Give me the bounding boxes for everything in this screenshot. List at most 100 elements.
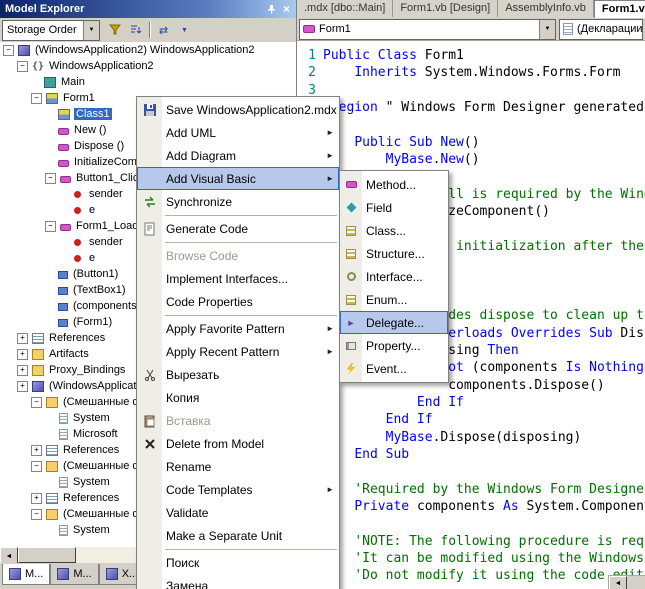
collapse-icon[interactable]: − (45, 220, 56, 232)
tree-item-label: e (89, 204, 96, 216)
expand-icon[interactable]: + (17, 364, 28, 376)
pin-icon[interactable] (264, 2, 279, 16)
menu-item[interactable]: Delete from Model (137, 432, 339, 455)
code-text: Inherits System.Windows.Forms.Form (354, 65, 621, 81)
tree-item-label: (Form1) (73, 316, 113, 328)
submenu-item[interactable]: Event... (340, 357, 448, 380)
menu-item[interactable]: Копия (137, 386, 339, 409)
scrollbar-thumb[interactable] (18, 547, 76, 563)
document-tab[interactable]: Form1.vb (593, 0, 645, 18)
expand-icon[interactable]: + (31, 444, 42, 456)
scroll-left-icon[interactable]: ◄ (609, 576, 627, 589)
submenu-item[interactable]: Method... (340, 173, 448, 196)
panel-titlebar[interactable]: Model Explorer × (0, 0, 296, 18)
collapse-icon[interactable]: − (45, 172, 56, 184)
code-text: 'Do not modify it using the code editor. (354, 568, 645, 584)
code-line: 25 (299, 463, 645, 480)
menu-item[interactable]: Add UML ► (137, 121, 339, 144)
sync-icon[interactable]: ⇄ (153, 20, 174, 40)
submenu-item-label: Structure... (366, 246, 425, 261)
refs-icon (46, 444, 58, 456)
menu-item[interactable]: Add Visual Basic ► (137, 167, 339, 190)
submenu-item[interactable]: Property... (340, 334, 448, 357)
menu-item[interactable]: Code Templates ► (137, 478, 339, 501)
menu-separator (165, 315, 337, 316)
tree-item-label: (Button1) (73, 268, 119, 280)
document-tab[interactable]: .mdx [dbo::Main] (297, 0, 394, 17)
menu-item[interactable]: Make a Separate Unit (137, 524, 339, 547)
menu-separator (165, 242, 337, 243)
add-visual-basic-submenu: Method... Field Class... Structure... Interf… (339, 170, 449, 383)
menu-item[interactable]: Вставка (137, 409, 339, 432)
menu-item[interactable]: Implement Interfaces... (137, 267, 339, 290)
submenu-item[interactable]: Enum... (340, 288, 448, 311)
submenu-item[interactable]: Delegate... (340, 311, 448, 334)
collapse-icon[interactable]: − (31, 396, 42, 408)
collapse-icon[interactable]: − (17, 60, 28, 72)
tree-item-label: Form1 (63, 92, 95, 104)
menu-item[interactable]: Замена (137, 574, 339, 589)
expand-icon[interactable]: + (31, 492, 42, 504)
collapse-icon[interactable]: − (31, 508, 42, 520)
code-line: 5 (299, 116, 645, 133)
filter-icon[interactable] (104, 20, 125, 40)
menu-item[interactable]: Generate Code (137, 217, 339, 240)
submenu-item[interactable]: Field (340, 196, 448, 219)
menu-item[interactable]: Add Diagram ► (137, 144, 339, 167)
expand-icon[interactable]: + (17, 348, 28, 360)
code-line: 22 End If (299, 411, 645, 428)
panel-toolbar: Storage Order ▼ ⇄ ▼ (0, 18, 296, 43)
tree-item[interactable]: Main (0, 74, 296, 90)
code-line: 3 (299, 82, 645, 99)
code-text: MyBase.Dispose(disposing) (385, 429, 582, 445)
folder-icon (32, 348, 44, 360)
menu-item[interactable]: Поиск (137, 551, 339, 574)
storage-order-combo[interactable]: Storage Order ▼ (2, 19, 100, 41)
menu-item-label: Поиск (166, 555, 200, 570)
tree-item-label: System (73, 524, 110, 536)
menu-item-label: Rename (166, 459, 212, 474)
model-icon (32, 380, 44, 392)
dropdown-icon[interactable]: ▼ (174, 20, 195, 40)
menu-item[interactable]: Validate (137, 501, 339, 524)
field-icon (340, 202, 362, 213)
sort-icon[interactable] (125, 20, 146, 40)
menu-item[interactable]: Apply Favorite Pattern ► (137, 317, 339, 340)
expand-icon[interactable]: + (17, 380, 28, 392)
document-tab[interactable]: Form1.vb [Design] (393, 0, 499, 17)
code-line: 2 Inherits System.Windows.Forms.Form (299, 64, 645, 81)
document-tabs: .mdx [dbo::Main] Form1.vb [Design] Assembl… (297, 0, 645, 19)
submenu-item[interactable]: Class... (340, 219, 448, 242)
menu-item[interactable]: Вырезать (137, 363, 339, 386)
menu-item[interactable]: Apply Recent Pattern ► (137, 340, 339, 363)
method-icon (60, 175, 71, 183)
members-combo[interactable]: (Декларации) (559, 18, 643, 40)
menu-item-label: Вырезать (166, 367, 220, 382)
submenu-item[interactable]: Interface... (340, 265, 448, 288)
menu-item[interactable]: Browse Code (137, 244, 339, 267)
submenu-item[interactable]: Structure... (340, 242, 448, 265)
del-icon (137, 437, 162, 451)
tree-item[interactable]: − WindowsApplication2 (0, 58, 296, 74)
menu-item-label: Code Properties (166, 294, 253, 309)
document-tab[interactable]: AssemblyInfo.vb (498, 0, 594, 17)
code-text: 'It can be modified using the Windows Fo… (354, 550, 644, 566)
menu-item[interactable]: Rename (137, 455, 339, 478)
tree-item-label: sender (89, 236, 123, 248)
collapse-icon[interactable]: − (31, 460, 42, 472)
close-icon[interactable]: × (279, 2, 294, 16)
menu-separator (165, 215, 337, 216)
tool-window-tab[interactable]: M... (2, 564, 51, 585)
collapse-icon[interactable]: − (31, 92, 42, 104)
code-line: 21 End If (299, 394, 645, 411)
menu-item[interactable]: Save WindowsApplication2.mdx (137, 98, 339, 121)
list-glyph (346, 294, 356, 305)
tool-window-tab[interactable]: M... (50, 564, 99, 585)
menu-item[interactable]: Code Properties (137, 290, 339, 313)
collapse-icon[interactable]: − (3, 44, 14, 56)
expand-icon[interactable]: + (17, 332, 28, 344)
types-combo[interactable]: Form1 ▼ (299, 18, 556, 40)
menu-item[interactable]: Synchronize (137, 190, 339, 213)
tree-item[interactable]: − (WindowsApplication2) WindowsApplicatio… (0, 42, 296, 58)
method-icon (58, 127, 69, 135)
